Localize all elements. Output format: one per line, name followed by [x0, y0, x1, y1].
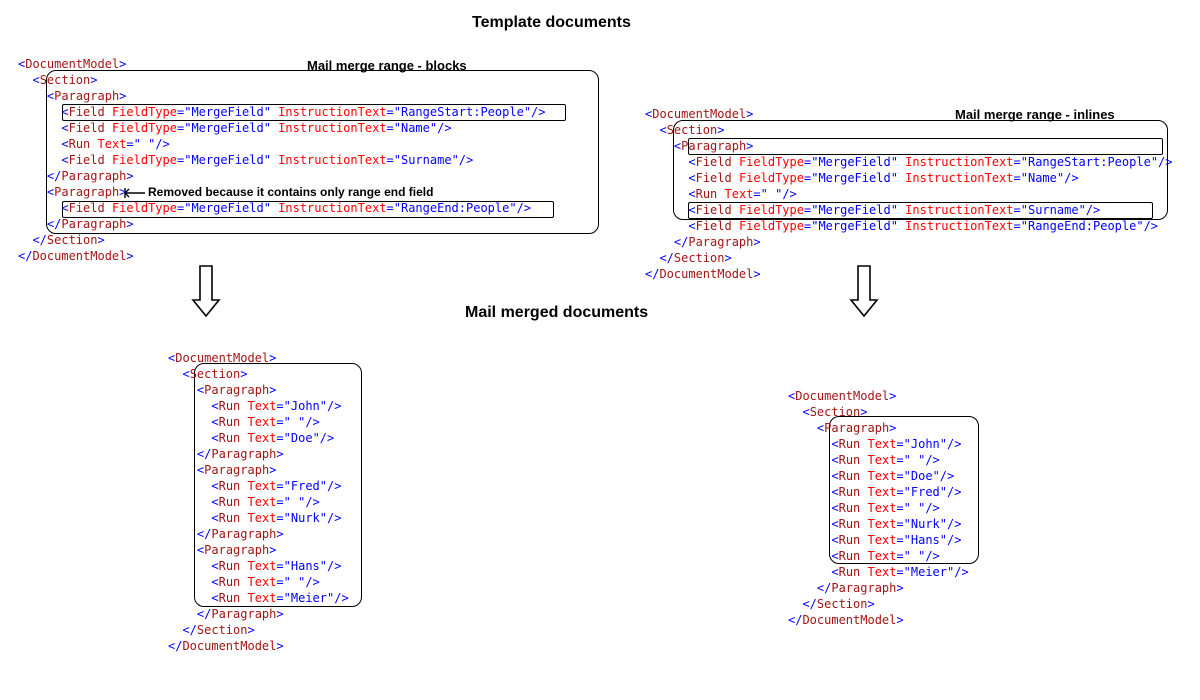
code-merged-inlines: <DocumentModel> <Section> <Paragraph> <R…: [788, 372, 969, 628]
title-template-documents: Template documents: [472, 14, 631, 32]
arrow-down-icon: [190, 264, 222, 318]
title-merged-documents: Mail merged documents: [465, 304, 648, 322]
arrow-down-icon: [848, 264, 880, 318]
code-merged-blocks: <DocumentModel> <Section> <Paragraph> <R…: [168, 334, 349, 654]
code-template-inlines: <DocumentModel> <Section> <Paragraph> <F…: [645, 90, 1173, 282]
code-template-blocks: <DocumentModel> <Section> <Paragraph> <F…: [18, 40, 546, 264]
